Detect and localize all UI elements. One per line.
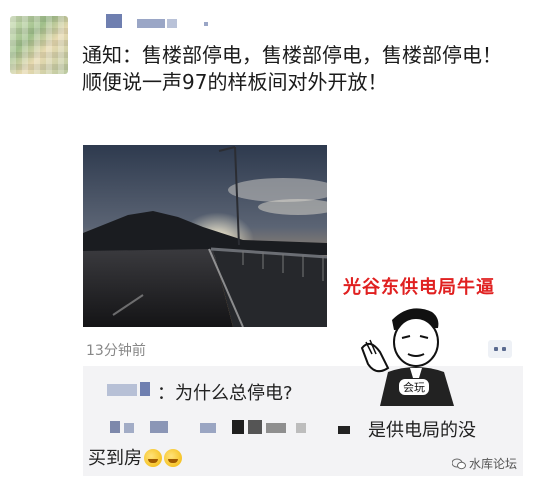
meme-caption: 光谷东供电局牛逼 (343, 277, 495, 298)
author-name-pixelated (137, 19, 165, 28)
cry-laugh-emoji-icon (144, 449, 162, 467)
comment-text: ：为什么总停电? (157, 383, 293, 404)
post-text: 通知：售楼部停电，售楼部停电，售楼部停电！顺便说一声97的样板间对外开放！ (82, 43, 502, 94)
cry-laugh-emoji-icon (164, 449, 182, 467)
avatar[interactable] (10, 16, 68, 74)
commenter-name-pixelated[interactable] (110, 417, 350, 437)
author-name-pixelated[interactable] (106, 14, 122, 28)
comment-text: 买到房 (88, 444, 182, 470)
watermark-text: 水库论坛 (469, 457, 518, 471)
wechat-icon (452, 458, 466, 470)
comment-text-line: 买到房 (88, 448, 142, 469)
comment-text: 是供电局的没 (368, 420, 476, 441)
watermark: 水库论坛 (452, 455, 517, 472)
post-photo[interactable] (83, 145, 327, 327)
post-timestamp: 13分钟前 (86, 343, 146, 359)
author-name-pixelated (204, 22, 208, 26)
author-name-pixelated (167, 19, 177, 28)
more-dots-icon[interactable] (488, 340, 512, 358)
commenter-name-pixelated[interactable] (107, 381, 152, 397)
meme-label: 会玩 (398, 378, 430, 396)
